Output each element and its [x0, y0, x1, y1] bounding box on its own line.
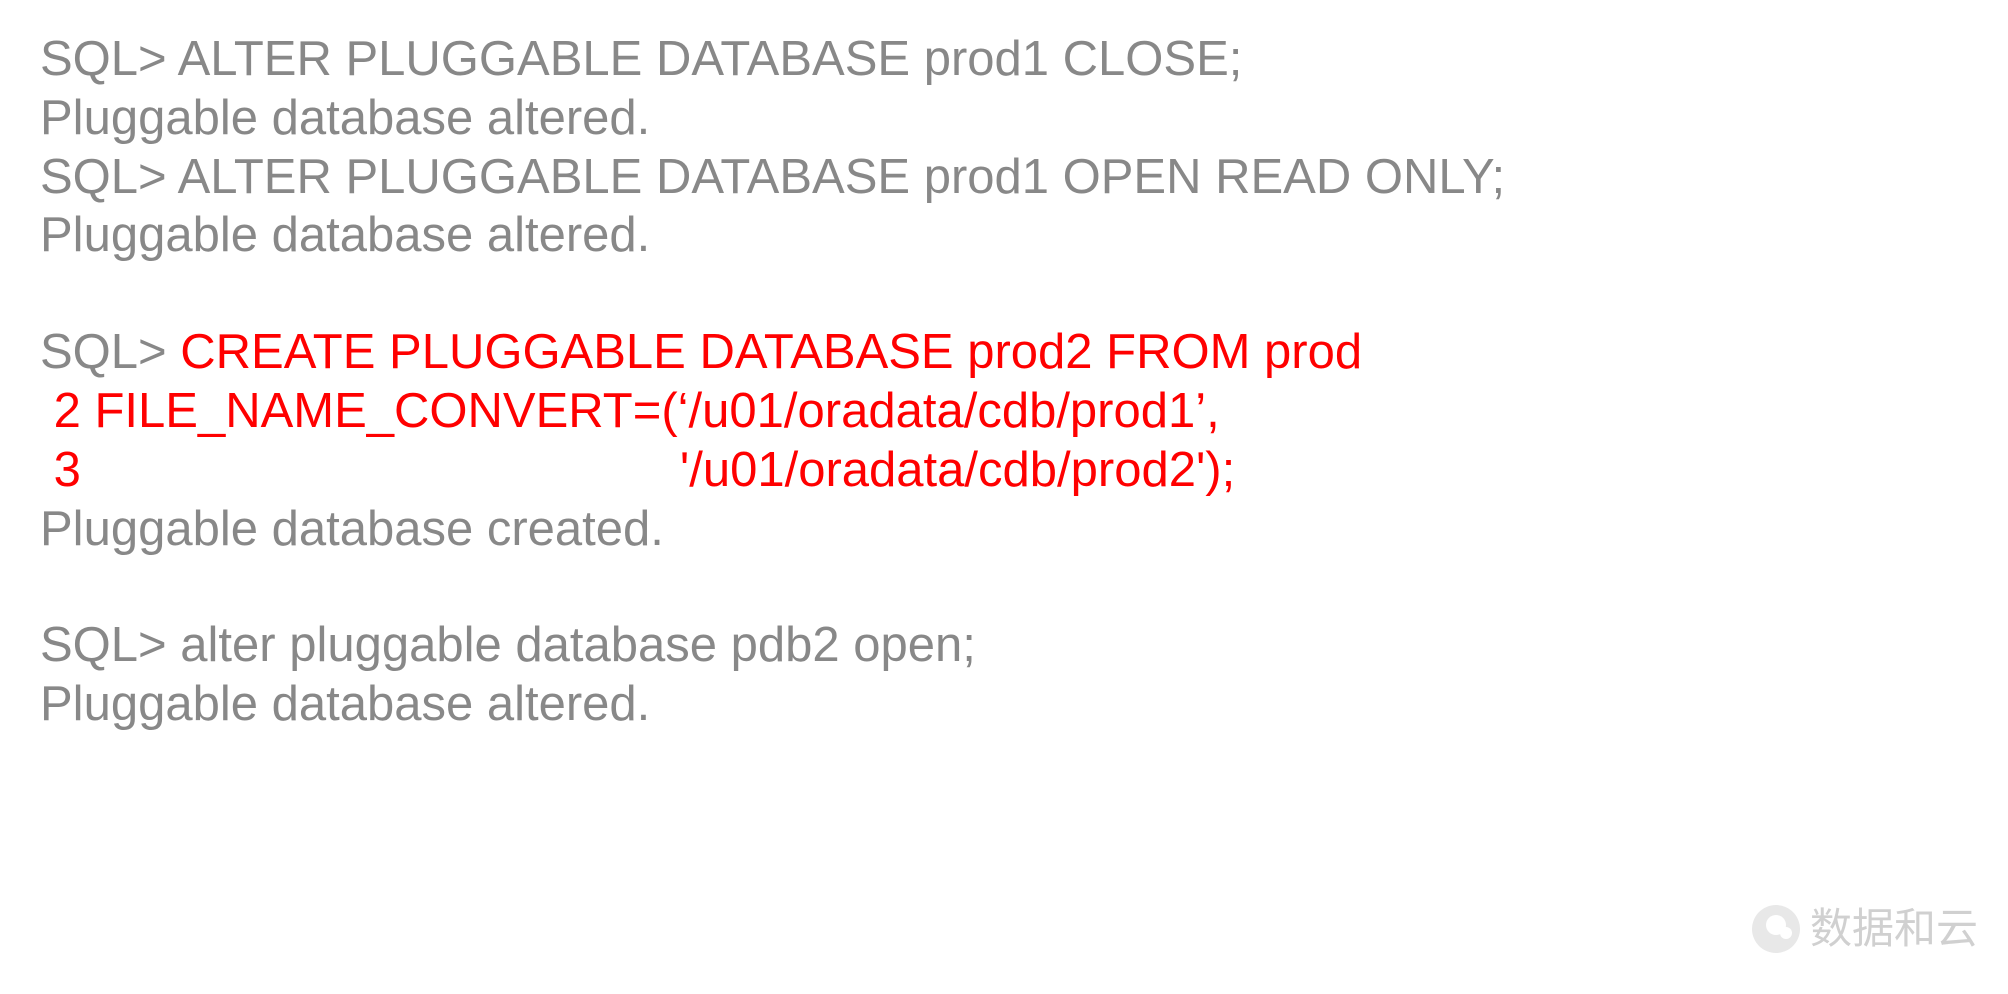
watermark: 数据和云 [1752, 904, 1978, 954]
sql-output-2: Pluggable database altered. [40, 206, 1968, 265]
sql-create-stmt-part1: CREATE PLUGGABLE DATABASE prod2 FROM pro… [180, 325, 1362, 379]
sql-create-stmt-part3: 3 '/u01/oradata/cdb/prod2'); [40, 441, 1968, 500]
wechat-icon [1752, 905, 1800, 953]
sql-create-stmt-part2: 2 FILE_NAME_CONVERT=(‘/u01/oradata/cdb/p… [40, 382, 1968, 441]
blank-line [40, 558, 1968, 616]
sql-prompt: SQL> [40, 325, 180, 379]
sql-output-1: Pluggable database altered. [40, 89, 1968, 148]
sql-output-4: Pluggable database altered. [40, 675, 1968, 734]
blank-line [40, 265, 1968, 323]
sql-line-1: SQL> ALTER PLUGGABLE DATABASE prod1 CLOS… [40, 30, 1968, 89]
sql-line-2: SQL> ALTER PLUGGABLE DATABASE prod1 OPEN… [40, 148, 1968, 207]
sql-line-3: SQL> CREATE PLUGGABLE DATABASE prod2 FRO… [40, 323, 1968, 382]
sql-output-3: Pluggable database created. [40, 500, 1968, 559]
watermark-text: 数据和云 [1810, 904, 1978, 954]
sql-line-4: SQL> alter pluggable database pdb2 open; [40, 616, 1968, 675]
